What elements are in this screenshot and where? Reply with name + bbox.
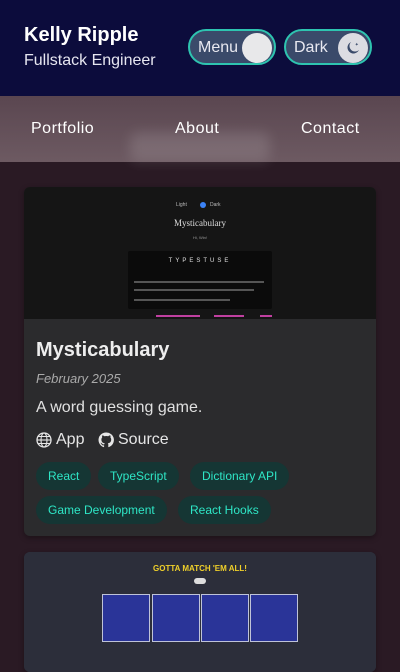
thumb-word: TYPESTUSE (168, 258, 232, 264)
theme-toggle[interactable]: Dark (284, 29, 372, 65)
tech-tag: React Hooks (178, 496, 271, 524)
project-source-link[interactable]: Source (98, 431, 169, 449)
project-app-label: App (56, 431, 85, 448)
project-date: February 2025 (36, 371, 121, 386)
site-owner-name: Kelly Ripple (24, 24, 139, 46)
thumb-bar (260, 315, 272, 317)
thumb-title: Mysticabulary (174, 218, 226, 228)
globe-icon (36, 432, 52, 448)
thumb-toggle-right: Dark (210, 202, 221, 208)
game-card (201, 594, 249, 642)
theme-toggle-knob (338, 33, 368, 63)
moon-icon (347, 42, 359, 54)
tech-tag: Dictionary API (190, 462, 290, 490)
toggle-knob (242, 33, 272, 63)
nav-item-about[interactable]: About (175, 120, 219, 138)
site-header: Kelly Ripple Fullstack Engineer Menu Dar… (0, 0, 400, 96)
thumb-bar (214, 315, 244, 317)
project-card: Light Dark Mysticabulary Hi, Win! TYPEST… (24, 187, 376, 536)
game-card (152, 594, 200, 642)
project-thumbnail: GOTTA MATCH 'EM ALL! (24, 552, 376, 672)
tech-tag: Game Development (36, 496, 167, 524)
github-icon (98, 432, 114, 448)
nav-item-portfolio[interactable]: Portfolio (31, 120, 94, 138)
project-description: A word guessing game. (36, 399, 203, 416)
game-card (250, 594, 298, 642)
thumb-title: GOTTA MATCH 'EM ALL! (153, 564, 247, 573)
thumb-toggle-left: Light (176, 202, 187, 208)
thumb-line (134, 281, 264, 283)
project-thumbnail: Light Dark Mysticabulary Hi, Win! TYPEST… (24, 187, 376, 319)
menu-toggle[interactable]: Menu (188, 29, 276, 65)
thumb-line (134, 289, 254, 291)
thumb-game-box: TYPESTUSE (128, 251, 272, 309)
nav-item-contact[interactable]: Contact (301, 120, 360, 138)
tech-tag: React (36, 462, 92, 490)
main-nav: Portfolio About Contact (0, 96, 400, 162)
thumb-bar (156, 315, 200, 317)
thumb-line (134, 299, 230, 301)
site-owner-role: Fullstack Engineer (24, 52, 156, 69)
project-source-label: Source (118, 431, 169, 448)
thumb-toggle (194, 578, 206, 584)
thumb-toggle-dot (200, 202, 206, 208)
theme-toggle-label: Dark (294, 39, 328, 56)
project-title: Mysticabulary (36, 339, 170, 361)
thumb-subtitle: Hi, Win! (193, 235, 207, 240)
project-app-link[interactable]: App (36, 431, 84, 449)
game-card (102, 594, 150, 642)
menu-toggle-label: Menu (198, 39, 239, 56)
tech-tag: TypeScript (98, 462, 179, 490)
project-card: GOTTA MATCH 'EM ALL! (24, 552, 376, 672)
